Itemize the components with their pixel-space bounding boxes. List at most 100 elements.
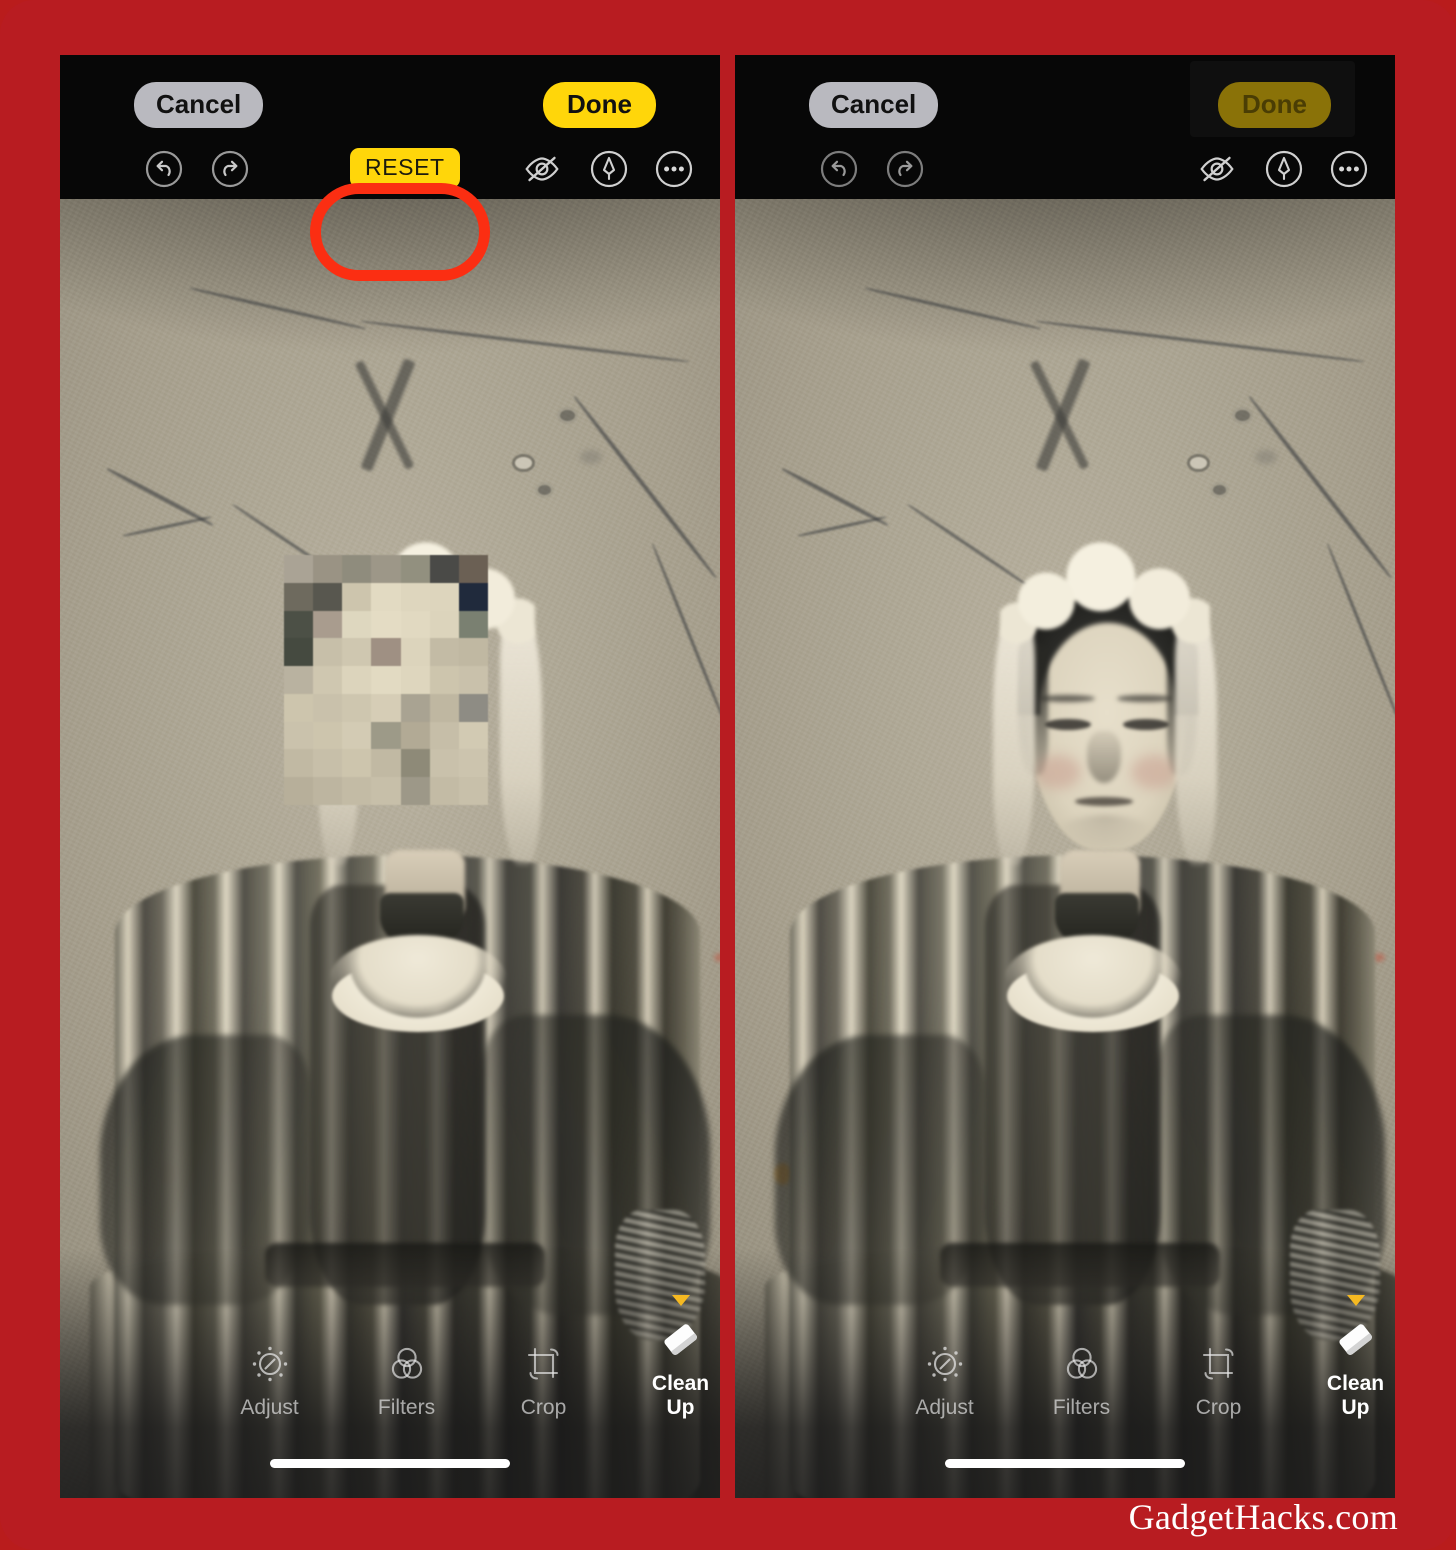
mosaic-tile: [429, 777, 459, 805]
mosaic-tile: [429, 638, 459, 667]
tool-crop[interactable]: Crop: [1179, 1341, 1258, 1420]
cheek-right: [1131, 755, 1177, 789]
lace-collar-ruffle: [332, 960, 504, 1032]
undo-button[interactable]: [817, 147, 861, 191]
mosaic-tile: [458, 721, 488, 750]
mosaic-tile: [371, 582, 401, 611]
mosaic-tile: [429, 582, 459, 611]
tool-clean-up[interactable]: Clean Up: [641, 1295, 720, 1420]
eyebrow-left: [1039, 695, 1095, 702]
mosaic-tile: [284, 693, 314, 722]
tool-clean-up[interactable]: Clean Up: [1316, 1295, 1395, 1420]
hide-markup-button[interactable]: [520, 147, 564, 191]
mosaic-tile: [400, 749, 430, 778]
cheek-left: [1035, 755, 1081, 789]
tool-adjust[interactable]: Adjust: [905, 1341, 984, 1420]
pixelated-face-mosaic: [284, 555, 488, 805]
tool-filters[interactable]: Filters: [367, 1341, 446, 1420]
mosaic-tile: [342, 610, 372, 639]
mosaic-tile: [371, 777, 401, 805]
mosaic-tile: [284, 721, 314, 750]
crop-rotate-icon: [504, 1341, 583, 1387]
undo-arrow-icon: [820, 150, 858, 188]
mosaic-tile: [284, 777, 314, 805]
mosaic-tile: [400, 582, 430, 611]
more-ellipsis-icon: [655, 150, 693, 188]
mosaic-tile: [458, 693, 488, 722]
eyebrow-right: [1117, 695, 1173, 702]
tool-adjust[interactable]: Adjust: [230, 1341, 309, 1420]
mosaic-tile: [400, 610, 430, 639]
mosaic-tile: [284, 610, 314, 639]
bonnet-tie-left: [993, 615, 1035, 865]
home-indicator[interactable]: [270, 1459, 510, 1468]
mouth: [1075, 797, 1133, 806]
edit-tool-list-after: Adjust Filters Crop Clean Up: [735, 1295, 1395, 1420]
nose: [1087, 731, 1121, 783]
mosaic-tile: [284, 555, 314, 583]
filters-circles-icon: [1042, 1341, 1121, 1387]
tool-crop[interactable]: Crop: [504, 1341, 583, 1420]
tool-label: Clean Up: [651, 1372, 710, 1419]
site-watermark: GadgetHacks.com: [1128, 1497, 1398, 1537]
mosaic-tile: [342, 693, 372, 722]
hide-markup-button[interactable]: [1195, 147, 1239, 191]
cancel-button[interactable]: Cancel: [809, 82, 939, 128]
mosaic-tile: [429, 721, 459, 750]
mosaic-tile: [313, 693, 343, 722]
filters-circles-icon: [367, 1341, 446, 1387]
mosaic-tile: [284, 666, 314, 694]
mosaic-tile: [458, 638, 488, 667]
eye-slash-icon: [1200, 156, 1234, 182]
panel-pair: Cancel Done RESET Adjust Filters Crop Cl…: [60, 55, 1396, 1498]
bonnet-tie-right: [500, 615, 542, 865]
lace-bonnet: [1000, 535, 1210, 645]
mosaic-tile: [400, 693, 430, 722]
mosaic-tile: [284, 638, 314, 667]
mosaic-tile: [400, 638, 430, 667]
home-indicator[interactable]: [945, 1459, 1185, 1468]
phone-screen-before: Cancel Done RESET Adjust Filters Crop Cl…: [60, 55, 720, 1498]
editor-topbar-after: Cancel Done: [735, 55, 1395, 199]
redo-button[interactable]: [883, 147, 927, 191]
more-ellipsis-icon: [1330, 150, 1368, 188]
mosaic-tile: [342, 638, 372, 667]
tool-filters[interactable]: Filters: [1042, 1341, 1121, 1420]
tool-label: Adjust: [240, 1396, 299, 1419]
mosaic-tile: [400, 721, 430, 750]
markup-pen-icon: [1265, 150, 1303, 188]
bonnet-tie-right: [1175, 615, 1217, 865]
mosaic-tile: [458, 555, 488, 583]
tool-label: Clean Up: [1326, 1372, 1385, 1419]
markup-pen-icon: [590, 150, 628, 188]
mosaic-tile: [458, 777, 488, 805]
mosaic-tile: [371, 610, 401, 639]
redo-button[interactable]: [208, 147, 252, 191]
mosaic-tile: [458, 582, 488, 611]
done-button[interactable]: Done: [1218, 82, 1331, 128]
mosaic-tile: [371, 721, 401, 750]
adjust-dial-icon: [905, 1341, 984, 1387]
more-options-button[interactable]: [652, 147, 696, 191]
undo-button[interactable]: [142, 147, 186, 191]
more-options-button[interactable]: [1327, 147, 1371, 191]
eye-right: [1123, 719, 1169, 730]
mosaic-tile: [400, 666, 430, 694]
mosaic-tile: [313, 582, 343, 611]
reset-button[interactable]: RESET: [350, 148, 460, 188]
mosaic-tile: [400, 555, 430, 583]
crop-rotate-icon: [1179, 1341, 1258, 1387]
edit-tool-list-before: Adjust Filters Crop Clean Up: [60, 1295, 720, 1420]
eye-left: [1045, 719, 1091, 730]
mosaic-tile: [313, 777, 343, 805]
markup-button[interactable]: [587, 147, 631, 191]
done-button[interactable]: Done: [543, 82, 656, 128]
adjust-dial-icon: [230, 1341, 309, 1387]
eye-slash-icon: [525, 156, 559, 182]
markup-button[interactable]: [1262, 147, 1306, 191]
lace-collar-ruffle: [1007, 960, 1179, 1032]
mosaic-tile: [429, 666, 459, 694]
cancel-button[interactable]: Cancel: [134, 82, 264, 128]
tool-label: Filters: [377, 1396, 436, 1419]
screenshot-frame: Cancel Done RESET Adjust Filters Crop Cl…: [0, 0, 1456, 1550]
